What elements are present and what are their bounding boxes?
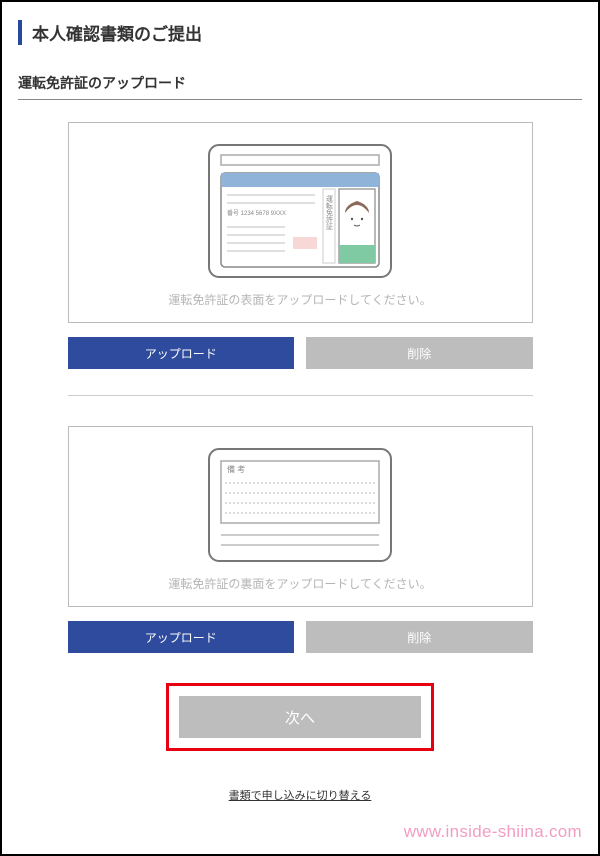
front-delete-button[interactable]: 削除 [306, 337, 533, 369]
watermark-text: www.inside-shiina.com [404, 822, 582, 842]
section-title: 運転免許証のアップロード [18, 73, 582, 100]
license-back-illustration: 備 考 [205, 445, 395, 565]
back-delete-button[interactable]: 削除 [306, 621, 533, 653]
front-button-row: アップロード 削除 [68, 337, 533, 369]
next-button[interactable]: 次へ [179, 696, 421, 738]
back-upload-button[interactable]: アップロード [68, 621, 295, 653]
svg-text:運転免許証: 運転免許証 [326, 194, 334, 231]
front-upload-area: 番号 1234 5678 9XXX 運転免許証 運転免許証の表面をアップロードし… [68, 122, 533, 323]
next-button-highlight: 次へ [166, 683, 434, 751]
front-upload-button[interactable]: アップロード [68, 337, 295, 369]
switch-to-paper-link[interactable]: 書類で申し込みに切り替える [229, 787, 372, 803]
license-front-illustration: 番号 1234 5678 9XXX 運転免許証 [205, 141, 395, 281]
back-instruction-text: 運転免許証の裏面をアップロードしてください。 [79, 575, 522, 592]
back-upload-area: 備 考 運転免許証の裏面をアップロードしてください。 [68, 426, 533, 607]
svg-text:備 考: 備 考 [227, 464, 245, 474]
page-title: 本人確認書類のご提出 [18, 20, 582, 45]
divider [68, 395, 533, 396]
svg-text:番号 1234 5678 9XXX: 番号 1234 5678 9XXX [227, 210, 286, 217]
front-instruction-text: 運転免許証の表面をアップロードしてください。 [79, 291, 522, 308]
back-button-row: アップロード 削除 [68, 621, 533, 653]
